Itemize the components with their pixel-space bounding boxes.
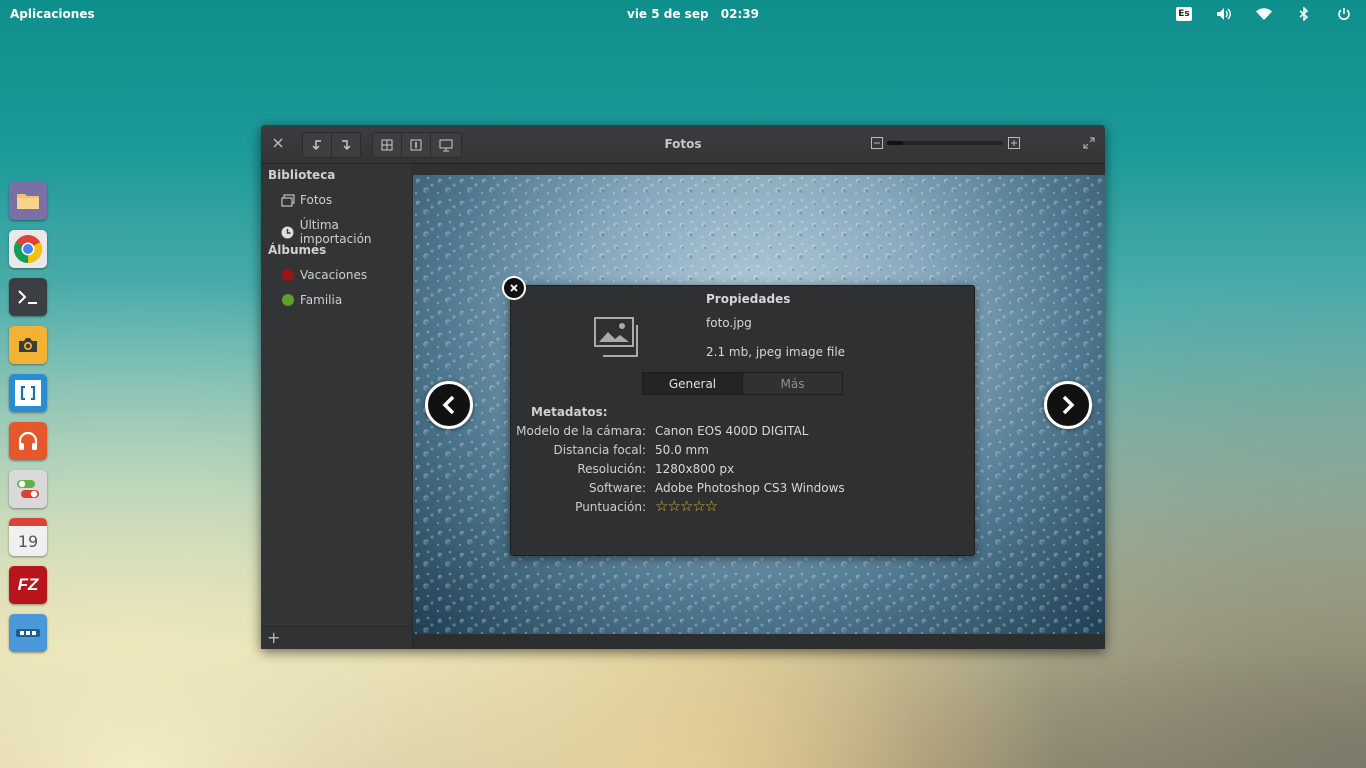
dock-brackets[interactable] xyxy=(9,374,47,412)
metadata-value: 50.0 mm xyxy=(655,443,709,457)
calendar-day-label: 19 xyxy=(17,531,39,551)
sidebar-item-last-import[interactable]: Última importación xyxy=(281,218,412,246)
clock-icon xyxy=(281,225,295,239)
close-properties-button[interactable] xyxy=(502,276,526,300)
add-album-button[interactable]: + xyxy=(267,628,280,647)
album-dot-icon xyxy=(281,268,295,282)
file-name: foto.jpg xyxy=(706,316,752,330)
camera-icon xyxy=(19,338,37,352)
close-icon xyxy=(510,284,518,292)
folder-icon xyxy=(17,194,39,209)
chrome-icon xyxy=(14,235,42,263)
metadata-key: Software: xyxy=(589,481,646,495)
chevron-left-icon xyxy=(442,395,455,415)
metadata-key: Modelo de la cámara: xyxy=(516,424,646,438)
volume-icon[interactable] xyxy=(1214,4,1234,24)
more-icon xyxy=(16,629,40,637)
sidebar-item-photos[interactable]: Fotos xyxy=(281,193,332,207)
previous-photo-button[interactable] xyxy=(425,381,473,429)
sidebar-item-label: Vacaciones xyxy=(300,268,368,282)
metadata-key: Puntuación: xyxy=(575,500,646,514)
zoom-slider-fill xyxy=(887,141,903,145)
brackets-icon xyxy=(20,386,36,400)
terminal-icon xyxy=(18,290,37,304)
top-panel: Aplicaciones vie 5 de sep 02:39 Es xyxy=(0,0,1366,28)
sidebar-item-label: Última importación xyxy=(299,218,372,246)
date-label: vie 5 de sep xyxy=(627,7,709,21)
sidebar: Biblioteca Fotos Última importación Álbu… xyxy=(261,164,413,649)
dock-settings[interactable] xyxy=(9,470,47,508)
tab-general[interactable]: General xyxy=(643,373,743,394)
album-dot-icon xyxy=(281,293,295,307)
metadata-value: Adobe Photoshop CS3 Windows xyxy=(655,481,845,495)
file-info: 2.1 mb, jpeg image file xyxy=(706,345,846,359)
headphones-icon xyxy=(18,431,38,450)
power-icon[interactable] xyxy=(1334,4,1354,24)
toggles-icon xyxy=(17,480,39,498)
properties-tabs: General Más xyxy=(642,372,843,395)
bluetooth-icon[interactable] xyxy=(1294,4,1314,24)
zoom-in-button[interactable] xyxy=(1008,137,1020,149)
zoom-in-icon xyxy=(1008,137,1020,149)
image-file-icon xyxy=(594,317,644,360)
next-photo-button[interactable] xyxy=(1044,381,1092,429)
zoom-slider[interactable] xyxy=(887,141,1003,145)
keyboard-layout-label: Es xyxy=(1176,7,1192,21)
filezilla-icon: FZ xyxy=(17,575,39,594)
applications-menu[interactable]: Aplicaciones xyxy=(10,7,95,21)
dock-calendar[interactable]: 19 xyxy=(9,518,47,556)
photos-icon xyxy=(281,193,295,207)
dock-music[interactable] xyxy=(9,422,47,460)
tab-mas[interactable]: Más xyxy=(743,373,842,394)
sidebar-item-label: Fotos xyxy=(300,193,333,207)
metadata-value: 1280x800 px xyxy=(655,462,735,476)
sidebar-item-label: Familia xyxy=(300,293,343,307)
metadata-value: Canon EOS 400D DIGITAL xyxy=(655,424,809,438)
sidebar-item-vacaciones[interactable]: Vacaciones xyxy=(281,268,367,282)
maximize-icon xyxy=(1083,137,1095,149)
time-label: 02:39 xyxy=(720,7,759,21)
metadata-header: Metadatos: xyxy=(531,405,608,419)
maximize-button[interactable] xyxy=(1083,137,1095,149)
dock-files[interactable] xyxy=(9,182,47,220)
zoom-out-icon xyxy=(871,137,883,149)
dock-filezilla[interactable]: FZ xyxy=(9,566,47,604)
dock-terminal[interactable] xyxy=(9,278,47,316)
library-header: Biblioteca xyxy=(268,168,336,182)
properties-dialog: Propiedades foto.jpg 2.1 mb, jpeg image … xyxy=(510,285,975,556)
zoom-out-button[interactable] xyxy=(871,137,883,149)
dock-camera[interactable] xyxy=(9,326,47,364)
rating-stars[interactable]: ☆☆☆☆☆ xyxy=(655,497,718,515)
chevron-right-icon xyxy=(1062,395,1075,415)
metadata-key: Distancia focal: xyxy=(553,443,646,457)
calendar-icon xyxy=(9,518,47,526)
viewer-footer xyxy=(413,634,1105,649)
titlebar: Fotos xyxy=(261,125,1105,164)
wifi-icon[interactable] xyxy=(1254,4,1274,24)
metadata-key: Resolución: xyxy=(577,462,646,476)
dock-chrome[interactable] xyxy=(9,230,47,268)
sidebar-item-familia[interactable]: Familia xyxy=(281,293,342,307)
keyboard-layout-indicator[interactable]: Es xyxy=(1174,4,1194,24)
dock-more[interactable] xyxy=(9,614,47,652)
albums-header: Álbumes xyxy=(268,243,327,257)
properties-title: Propiedades xyxy=(706,292,791,306)
clock[interactable]: vie 5 de sep 02:39 xyxy=(627,7,767,21)
sidebar-footer: + xyxy=(261,626,412,649)
